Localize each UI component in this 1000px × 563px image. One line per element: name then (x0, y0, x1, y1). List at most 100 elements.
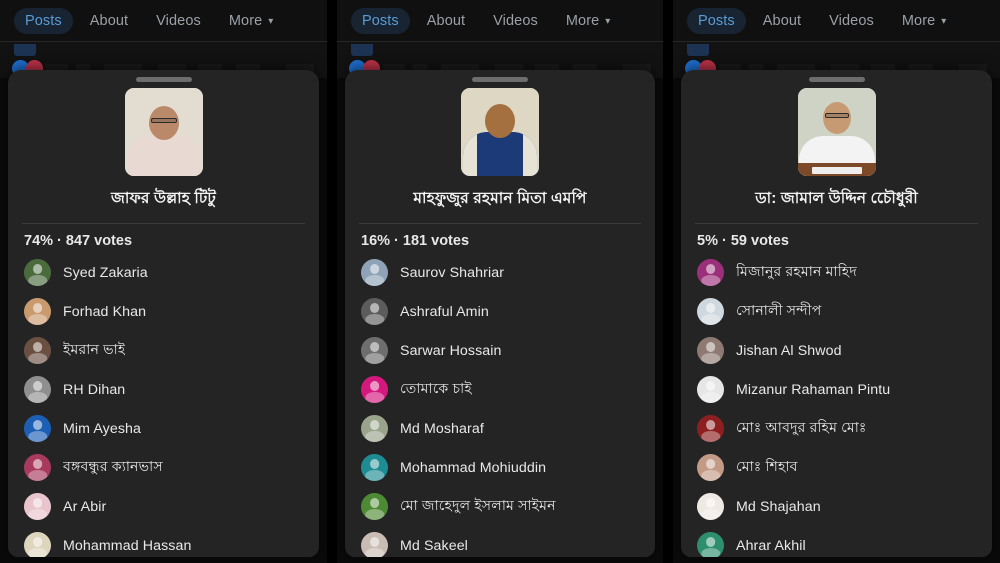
tab-videos[interactable]: Videos (482, 8, 549, 34)
ghost-thumb-icon (14, 44, 36, 56)
tab-videos[interactable]: Videos (818, 8, 885, 34)
voter-name: Sarwar Hossain (400, 342, 502, 359)
profile-tabbar-3: Posts About Videos More ▾ (673, 0, 1000, 42)
avatar (697, 415, 724, 442)
list-item[interactable]: Sarwar Hossain (345, 331, 655, 370)
voter-name: ইমরান ভাই (63, 341, 126, 358)
list-item[interactable]: Ahrar Akhil (681, 526, 992, 557)
list-item[interactable]: Mizanur Rahaman Pintu (681, 370, 992, 409)
list-item[interactable]: Syed Zakaria (8, 253, 319, 292)
vote-tally: 74% · 847 votes (24, 233, 133, 249)
voter-name: মিজানুর রহমান মাহিদ (736, 263, 857, 280)
voter-name: Mim Ayesha (63, 420, 142, 437)
poll-results-sheet-1: জাফর উল্লাহ টিটু 74% · 847 votes Syed Za… (8, 70, 319, 557)
avatar (697, 298, 724, 325)
tab-more[interactable]: More ▾ (218, 8, 285, 34)
voter-list-3: মিজানুর রহমান মাহিদ সোনালী সন্দীপ Jishan… (681, 253, 992, 557)
voter-name: Forhad Khan (63, 303, 147, 320)
vote-tally: 16% · 181 votes (361, 233, 470, 249)
voter-name: Md Shajahan (736, 498, 821, 515)
candidate-photo[interactable] (124, 88, 203, 176)
background-page-1: Posts About Videos More ▾ (0, 0, 327, 78)
avatar (24, 454, 51, 481)
list-item[interactable]: Jishan Al Shwod (681, 331, 992, 370)
candidate-photo[interactable] (461, 88, 539, 176)
chevron-down-icon: ▾ (941, 15, 947, 27)
ghost-thumb-icon (351, 44, 373, 56)
candidate-hero-1: জাফর উল্লাহ টিটু (8, 82, 319, 212)
candidate-name: মাহফুজুর রহমান মিতা এমপি (413, 190, 587, 207)
background-page-2: Posts About Videos More ▾ (337, 0, 663, 78)
ghost-thumb-icon (687, 44, 709, 56)
voter-name: বঙ্গবন্ধুর ক্যানভাস (63, 458, 163, 475)
list-item[interactable]: মোঃ শিহাব (681, 448, 992, 487)
voter-name: Md Sakeel (400, 537, 468, 554)
phone-panel-3: Posts About Videos More ▾ ডা: জামাল উদ্দ… (673, 0, 1000, 563)
tab-posts[interactable]: Posts (351, 7, 410, 34)
voter-name: মো জাহেদুল ইসলাম সাইমন (400, 497, 556, 514)
chevron-down-icon: ▾ (605, 15, 611, 27)
avatar (24, 532, 51, 557)
list-item[interactable]: Md Sakeel (345, 526, 655, 557)
avatar (697, 454, 724, 481)
candidate-hero-2: মাহফুজুর রহমান মিতা এমপি (345, 82, 655, 212)
tab-more-label: More (228, 12, 263, 29)
list-item[interactable]: Md Mosharaf (345, 409, 655, 448)
phone-panel-2: Posts About Videos More ▾ মাহফুজুর রহমান… (337, 0, 663, 563)
avatar (24, 415, 51, 442)
candidate-photo[interactable] (797, 88, 876, 176)
voter-name: Saurov Shahriar (400, 264, 505, 281)
avatar (24, 298, 51, 325)
avatar (361, 376, 388, 403)
avatar (697, 493, 724, 520)
tab-more-label: More (901, 12, 936, 29)
list-item[interactable]: ইমরান ভাই (8, 331, 319, 370)
list-item[interactable]: Mohammad Mohiuddin (345, 448, 655, 487)
voter-name: Ar Abir (63, 498, 107, 515)
list-item[interactable]: Saurov Shahriar (345, 253, 655, 292)
voter-name: Mohammad Hassan (63, 537, 192, 554)
list-item[interactable]: RH Dihan (8, 370, 319, 409)
avatar (361, 454, 388, 481)
tab-more[interactable]: More ▾ (891, 8, 958, 34)
list-item[interactable]: Ar Abir (8, 487, 319, 526)
voter-list-1: Syed Zakaria Forhad Khan ইমরান ভাই RH Di… (8, 253, 319, 557)
tab-more[interactable]: More ▾ (555, 8, 622, 34)
list-item[interactable]: বঙ্গবন্ধুর ক্যানভাস (8, 448, 319, 487)
avatar (361, 337, 388, 364)
candidate-name: জাফর উল্লাহ টিটু (111, 190, 216, 207)
avatar (361, 298, 388, 325)
tab-posts[interactable]: Posts (687, 7, 746, 34)
voter-name: Ahrar Akhil (736, 537, 806, 554)
tab-videos-label: Videos (156, 12, 201, 29)
list-item[interactable]: Ashraful Amin (345, 292, 655, 331)
voter-name: মোঃ শিহাব (736, 458, 798, 475)
list-item[interactable]: Md Shajahan (681, 487, 992, 526)
voter-name: Mohammad Mohiuddin (400, 459, 547, 476)
tab-about-label: About (89, 12, 129, 29)
tab-videos-label: Videos (829, 12, 874, 29)
profile-tabbar-1: Posts About Videos More ▾ (0, 0, 327, 42)
chevron-down-icon: ▾ (268, 15, 274, 27)
tab-about[interactable]: About (79, 8, 139, 34)
poll-results-sheet-3: ডা: জামাল উদ্দিন চেৌধুরী 5% · 59 votes ম… (681, 70, 992, 557)
list-item[interactable]: Forhad Khan (8, 292, 319, 331)
list-item[interactable]: মো জাহেদুল ইসলাম সাইমন (345, 487, 655, 526)
tab-videos[interactable]: Videos (145, 8, 212, 34)
poll-results-sheet-2: মাহফুজুর রহমান মিতা এমপি 16% · 181 votes… (345, 70, 655, 557)
tab-about[interactable]: About (752, 8, 812, 34)
avatar (24, 376, 51, 403)
tab-about-label: About (762, 12, 802, 29)
list-item[interactable]: Mim Ayesha (8, 409, 319, 448)
list-item[interactable]: সোনালী সন্দীপ (681, 292, 992, 331)
tab-posts[interactable]: Posts (14, 7, 73, 34)
list-item[interactable]: Mohammad Hassan (8, 526, 319, 557)
tab-about[interactable]: About (416, 8, 476, 34)
list-item[interactable]: মোঃ আবদুর রহিম মোঃ (681, 409, 992, 448)
avatar (24, 493, 51, 520)
tab-videos-label: Videos (493, 12, 538, 29)
tab-posts-label: Posts (698, 12, 735, 29)
list-item[interactable]: তোমাকে চাই (345, 370, 655, 409)
voter-name: মোঃ আবদুর রহিম মোঃ (736, 419, 867, 436)
list-item[interactable]: মিজানুর রহমান মাহিদ (681, 253, 992, 292)
